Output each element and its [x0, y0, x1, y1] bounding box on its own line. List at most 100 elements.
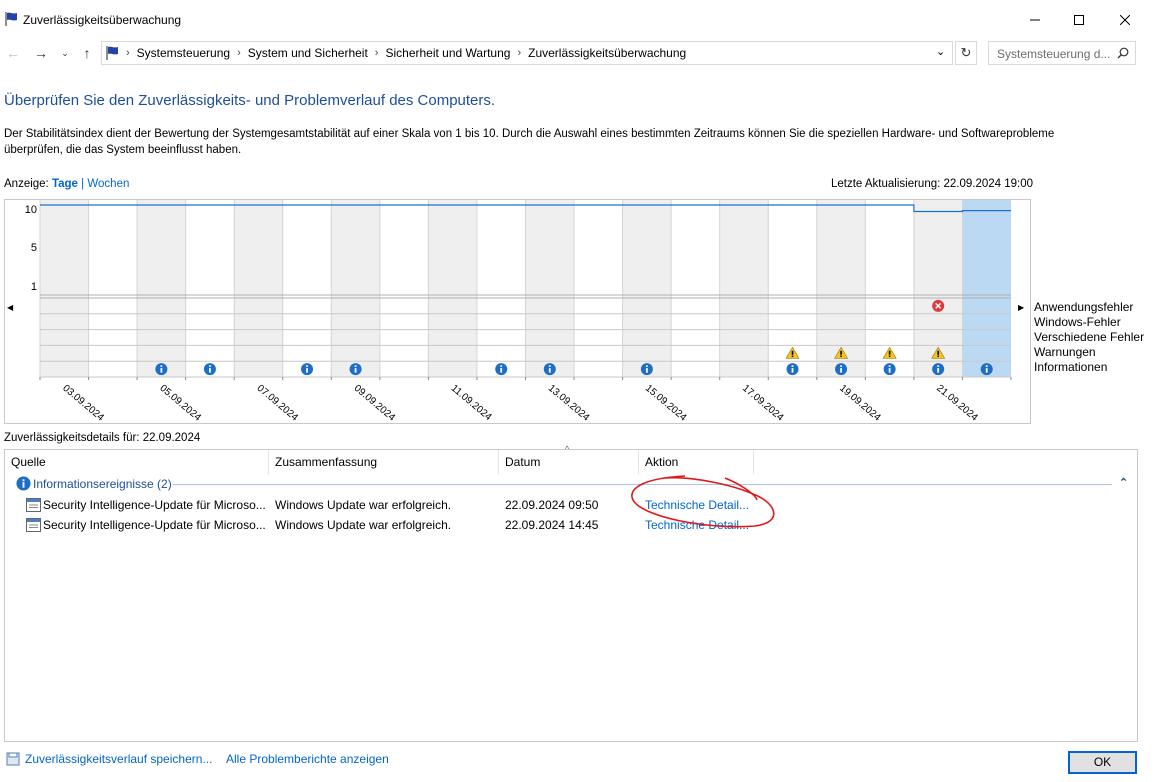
group-label: Informationsereignisse (2) — [33, 477, 172, 491]
x-date-label: 19.09.2024 — [837, 383, 883, 424]
search-input[interactable]: Systemsteuerung d... — [997, 47, 1110, 61]
info-icon-stem — [500, 368, 503, 373]
row-source: Security Intelligence-Update für Microso… — [43, 518, 266, 532]
info-icon-stem — [160, 368, 163, 373]
last-update: Letzte Aktualisierung: 22.09.2024 19:00 — [831, 178, 1034, 190]
legend-application-errors: Anwendungsfehler — [1034, 300, 1134, 314]
info-icon-stem — [840, 368, 842, 373]
minimize-button[interactable] — [1012, 0, 1058, 40]
breadcrumb-system-sicherheit[interactable]: System und Sicherheit — [244, 46, 372, 60]
chart-column[interactable] — [476, 200, 526, 377]
back-button[interactable]: ← — [2, 42, 24, 64]
maximize-button[interactable] — [1056, 0, 1102, 40]
up-arrow-icon: ↑ — [83, 45, 91, 61]
row-summary: Windows Update war erfolgreich. — [275, 498, 452, 512]
search-box[interactable]: Systemsteuerung d... — [988, 41, 1136, 65]
info-icon-stem — [985, 368, 988, 373]
refresh-button[interactable]: ↻ — [955, 41, 977, 65]
info-icon-dot — [985, 365, 988, 367]
chart-column[interactable] — [40, 200, 89, 377]
save-history-link[interactable]: Zuverlässigkeitsverlauf speichern... — [25, 752, 212, 766]
reliability-chart[interactable]: 10 5 1 03.09.2024 05.09.2024 07.09.2024 09.09.… — [0, 199, 1032, 425]
chart-column[interactable] — [719, 200, 769, 377]
legend-information: Informationen — [1034, 360, 1108, 374]
refresh-icon: ↻ — [960, 45, 972, 60]
details-header: Quelle Zusammenfassung Datum ^ Aktion — [5, 444, 1137, 474]
view-separator: | — [81, 178, 85, 190]
info-icon — [16, 476, 31, 491]
warning-icon-mark — [888, 350, 891, 355]
chart-column[interactable] — [282, 200, 332, 377]
info-icon-dot — [645, 365, 648, 367]
close-button[interactable] — [1102, 0, 1148, 40]
chart-column[interactable] — [622, 200, 672, 377]
x-date-label: 09.09.2024 — [352, 383, 398, 424]
view-days-link[interactable]: Tage — [52, 178, 78, 190]
chart-column[interactable] — [428, 200, 477, 377]
legend-windows-errors: Windows-Fehler — [1034, 315, 1121, 329]
flag-icon — [106, 46, 118, 60]
breadcrumb-separator: › — [517, 47, 522, 59]
chart-column[interactable] — [331, 200, 380, 377]
info-icon-dot — [937, 365, 940, 367]
event-legend: Anwendungsfehler Windows-Fehler Verschie… — [1034, 300, 1144, 375]
up-button[interactable]: ↑ — [76, 42, 98, 64]
ok-button[interactable]: OK — [1068, 751, 1137, 774]
warning-icon-mark — [840, 350, 842, 355]
details-panel: Quelle Zusammenfassung Datum ^ Aktion In… — [4, 444, 1138, 742]
view-weeks-link[interactable]: Wochen — [87, 178, 129, 190]
forward-button[interactable]: → — [30, 42, 52, 64]
info-icon-dot — [306, 365, 308, 367]
flag-icon — [5, 12, 17, 26]
info-icon-stem — [306, 368, 308, 373]
row-date: 22.09.2024 09:50 — [505, 498, 599, 512]
x-date-label: 05.09.2024 — [157, 383, 203, 424]
x-date-label: 13.09.2024 — [546, 383, 592, 424]
info-icon-dot — [548, 365, 551, 367]
view-selector: Anzeige: Tage | Wochen — [4, 178, 129, 190]
save-icon — [6, 752, 20, 766]
all-reports-link[interactable]: Alle Problemberichte anzeigen — [226, 752, 389, 766]
page-description: Der Stabilitätsindex dient der Bewertung… — [4, 128, 1055, 156]
breadcrumb-separator: › — [237, 47, 241, 59]
info-icon-stem — [548, 368, 551, 373]
table-row[interactable]: Security Intelligence-Update für Microso… — [5, 515, 1105, 535]
chart-column[interactable] — [234, 200, 283, 377]
breadcrumb-sicherheit-wartung[interactable]: Sicherheit und Wartung — [381, 46, 514, 60]
chart-column[interactable] — [185, 200, 235, 377]
back-arrow-icon: ← — [6, 45, 20, 61]
chart-column[interactable] — [962, 200, 1011, 377]
group-information-events[interactable]: Informationsereignisse (2) ⌃ — [5, 474, 1137, 494]
column-source[interactable]: Quelle — [5, 450, 269, 474]
chart-column[interactable] — [88, 200, 138, 377]
window-title: Zuverlässigkeitsüberwachung — [23, 13, 182, 27]
info-icon-dot — [840, 365, 842, 367]
chart-column[interactable] — [137, 200, 186, 377]
event-entry-icon — [26, 518, 41, 532]
chart-column[interactable] — [574, 200, 623, 377]
info-icon-stem — [791, 368, 794, 373]
info-icon-stem — [209, 368, 211, 373]
column-summary[interactable]: Zusammenfassung — [269, 450, 499, 474]
group-collapse-icon[interactable]: ⌃ — [1119, 476, 1128, 489]
recent-locations-button[interactable]: ⌄ — [58, 42, 72, 64]
close-icon — [1120, 15, 1130, 25]
breadcrumb-zuverlaessigkeit[interactable]: Zuverlässigkeitsüberwachung — [524, 46, 690, 60]
table-row[interactable]: Security Intelligence-Update für Microso… — [5, 495, 1105, 515]
address-dropdown-icon[interactable]: ⌄ — [936, 45, 945, 58]
warning-icon-dot — [840, 355, 842, 357]
x-date-label: 03.09.2024 — [60, 383, 106, 424]
event-entry-icon — [26, 498, 41, 512]
chart-column[interactable] — [671, 200, 720, 377]
breadcrumb-systemsteuerung[interactable]: Systemsteuerung — [133, 46, 234, 60]
address-bar[interactable]: › Systemsteuerung › System und Sicherhei… — [101, 41, 953, 65]
chart-column[interactable] — [525, 200, 575, 377]
title-bar: Zuverlässigkeitsüberwachung — [0, 0, 1155, 40]
chart-column[interactable] — [379, 200, 429, 377]
info-icon-stem — [888, 368, 891, 373]
chevron-down-icon: ⌄ — [61, 47, 69, 58]
warning-icon-dot — [791, 355, 794, 357]
page-title: Überprüfen Sie den Zuverlässigkeits- und… — [4, 92, 496, 109]
row-date: 22.09.2024 14:45 — [505, 518, 599, 532]
x-date-label: 15.09.2024 — [643, 383, 689, 424]
